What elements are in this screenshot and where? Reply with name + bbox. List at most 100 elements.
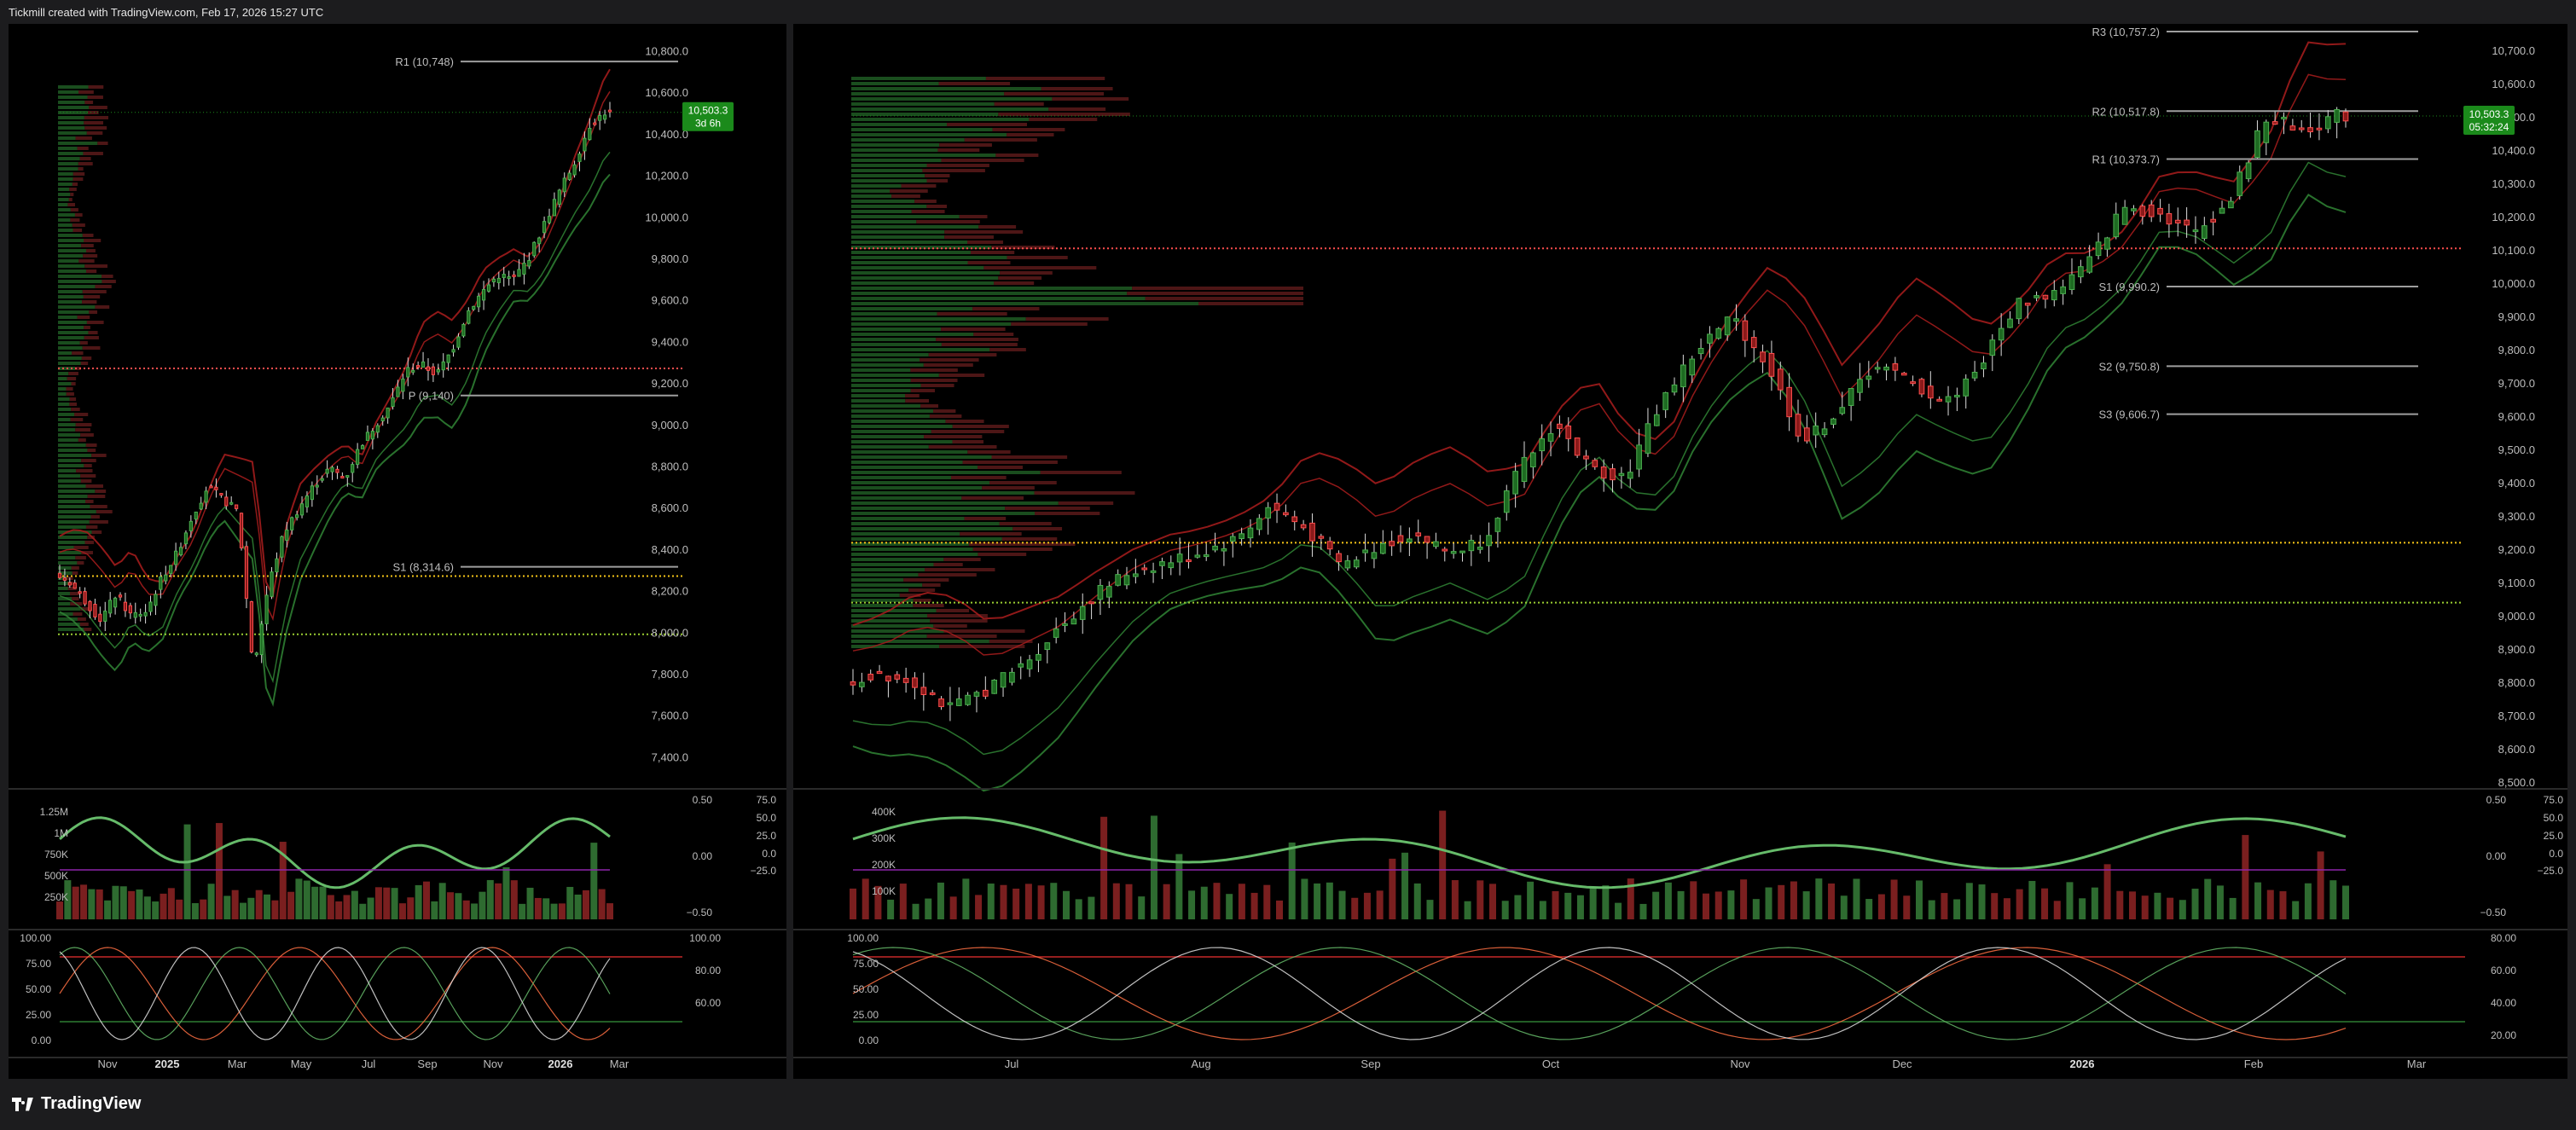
tradingview-logo[interactable]: TradingView	[12, 1094, 141, 1114]
right-osc-tick: 0.00	[2486, 850, 2507, 862]
left-candle-body	[431, 366, 436, 375]
right-volume-bar	[1401, 852, 1409, 919]
right-volume-bar	[1112, 883, 1120, 919]
left-profile-bar-down	[89, 106, 107, 109]
right-candle-body	[1318, 536, 1325, 539]
right-candle-body	[1839, 407, 1846, 414]
right-profile-bar-down	[891, 194, 920, 198]
right-profile-bar-up	[851, 307, 973, 310]
right-time-tick: Mar	[2407, 1058, 2427, 1070]
right-volume-bar	[1991, 893, 1999, 919]
left-profile-bar-up	[58, 546, 74, 549]
right-candle-body	[1715, 327, 1722, 339]
right-candle-body	[1123, 575, 1130, 586]
left-stoch-tick: 0.00	[32, 1034, 52, 1046]
right-candle-body	[1344, 560, 1351, 569]
left-profile-bar-up	[58, 520, 90, 524]
right-profile-bar-up	[851, 230, 945, 234]
right-volume-bar	[1163, 884, 1170, 919]
right-profile-bar-down	[916, 220, 980, 223]
left-candle-body	[345, 475, 350, 478]
left-profile-bar-down	[78, 259, 95, 263]
left-candle-body	[113, 597, 118, 608]
left-volume-bar	[160, 893, 167, 919]
left-candle-body	[138, 613, 142, 617]
right-volume-bar	[1802, 891, 1810, 919]
right-candle-body	[1326, 541, 1333, 550]
right-profile-bar-down	[910, 379, 958, 382]
right-price-tick: 9,200.0	[2498, 543, 2535, 556]
left-profile-bar-down	[89, 520, 108, 524]
left-profile-bar-up	[58, 500, 86, 503]
left-profile-bar-down	[70, 208, 78, 212]
right-candle-body	[1433, 541, 1439, 548]
right-candle-body	[2068, 274, 2075, 290]
left-profile-bar-up	[58, 136, 76, 140]
right-candle-body	[1848, 388, 1854, 406]
left-volume-bar	[486, 879, 494, 919]
right-candle-body	[1971, 371, 1978, 379]
left-profile-bar-up	[58, 213, 75, 217]
right-profile-bar-up	[851, 102, 995, 106]
left-volume-bar	[72, 886, 79, 919]
left-candle-body	[108, 600, 113, 614]
right-volume-bar	[1953, 899, 1961, 919]
left-profile-bar-down	[70, 418, 84, 421]
right-candle-body	[1442, 548, 1448, 552]
right-profile-bar-down	[1005, 507, 1090, 510]
right-volume-bar	[1727, 890, 1735, 919]
right-profile-bar-down	[941, 343, 1018, 346]
left-pivot-label: P (9,140)	[409, 390, 454, 403]
right-candle-body	[1256, 518, 1262, 530]
right-stoch-right-tick: 60.00	[2491, 965, 2516, 976]
right-profile-bar-down	[1004, 92, 1105, 96]
left-volume-bar	[200, 899, 207, 919]
left-profile-bar-up	[58, 111, 88, 114]
right-candle-body	[2131, 208, 2137, 212]
right-profile-bar-down	[890, 189, 928, 193]
right-profile-bar-up	[851, 553, 978, 556]
right-osc2-tick: 0.0	[2549, 848, 2563, 860]
left-volume-bar	[287, 891, 295, 919]
right-volume-bar	[1965, 883, 1973, 919]
right-volume-bar	[2129, 891, 2136, 919]
left-candle-body	[406, 367, 410, 378]
left-candle-body	[588, 127, 592, 141]
left-candle-body	[375, 425, 380, 433]
left-band-line	[59, 68, 611, 600]
left-candle-body	[280, 536, 284, 558]
right-profile-bar-down	[908, 588, 936, 592]
right-profile-bar-down	[910, 368, 958, 372]
right-candle-body	[2271, 121, 2278, 125]
left-profile-bar-down	[81, 356, 92, 360]
right-candle-body	[1415, 532, 1422, 536]
right-profile-bar-down	[998, 276, 1042, 280]
left-candle-body	[607, 109, 612, 113]
left-profile-bar-up	[58, 254, 84, 258]
left-osc2-tick: 50.0	[757, 812, 777, 824]
right-profile-bar-up	[851, 624, 934, 628]
right-candle-body	[1697, 347, 1704, 355]
right-volume-bar	[1263, 884, 1271, 919]
right-profile-bar-up	[851, 358, 920, 362]
right-profile-bar-up	[851, 143, 940, 147]
left-volume-bar	[327, 895, 334, 919]
right-profile-bar-up	[851, 583, 923, 587]
left-volume-bar	[311, 886, 319, 919]
left-volume-bar	[56, 901, 63, 919]
right-time-tick: Sep	[1361, 1058, 1380, 1070]
right-time-tick: 2026	[2070, 1058, 2095, 1070]
tradingview-logo-icon	[12, 1097, 34, 1111]
right-candle-body	[1009, 671, 1015, 683]
right-profile-bar-down	[989, 348, 1026, 351]
right-profile-bar-up	[851, 430, 931, 433]
right-volume-bar	[2304, 883, 2312, 919]
right-candle-body	[2228, 200, 2234, 209]
right-profile-bar-down	[944, 230, 1024, 234]
left-stoch-right-tick: 80.00	[695, 965, 721, 976]
right-profile-bar-up	[851, 640, 989, 643]
chart-canvas[interactable]: R1 (10,748) P (9,140) S1 (8,314.6) R3 (10,7…	[0, 0, 2576, 1083]
left-candle-body	[598, 114, 602, 121]
left-volume-bar	[526, 887, 534, 919]
right-volume-bar	[1652, 891, 1660, 919]
